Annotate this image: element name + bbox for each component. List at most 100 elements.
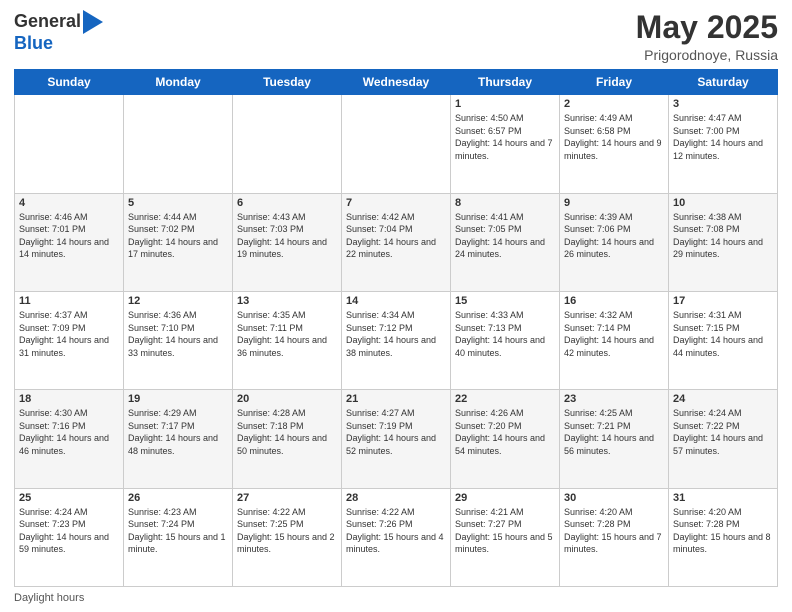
day-info: Sunrise: 4:34 AMSunset: 7:12 PMDaylight:… [346, 309, 446, 359]
day-info: Sunrise: 4:20 AMSunset: 7:28 PMDaylight:… [564, 506, 664, 556]
day-number: 6 [237, 197, 337, 209]
day-info: Sunrise: 4:28 AMSunset: 7:18 PMDaylight:… [237, 407, 337, 457]
day-number: 9 [564, 197, 664, 209]
calendar-cell [233, 95, 342, 193]
day-info: Sunrise: 4:36 AMSunset: 7:10 PMDaylight:… [128, 309, 228, 359]
day-number: 25 [19, 492, 119, 504]
day-number: 4 [19, 197, 119, 209]
day-number: 14 [346, 295, 446, 307]
weekday-header-row: SundayMondayTuesdayWednesdayThursdayFrid… [15, 70, 778, 95]
day-info: Sunrise: 4:35 AMSunset: 7:11 PMDaylight:… [237, 309, 337, 359]
day-info: Sunrise: 4:30 AMSunset: 7:16 PMDaylight:… [19, 407, 119, 457]
day-info: Sunrise: 4:32 AMSunset: 7:14 PMDaylight:… [564, 309, 664, 359]
calendar-cell: 13 Sunrise: 4:35 AMSunset: 7:11 PMDayligh… [233, 291, 342, 389]
calendar-cell [124, 95, 233, 193]
day-info: Sunrise: 4:31 AMSunset: 7:15 PMDaylight:… [673, 309, 773, 359]
day-info: Sunrise: 4:29 AMSunset: 7:17 PMDaylight:… [128, 407, 228, 457]
calendar-cell: 23Sunrise: 4:25 AMSunset: 7:21 PMDayligh… [560, 390, 669, 488]
calendar-cell: 26 Sunrise: 4:23 AMSunset: 7:24 PMDayligh… [124, 488, 233, 586]
weekday-header-monday: Monday [124, 70, 233, 95]
calendar-cell: 20 Sunrise: 4:28 AMSunset: 7:18 PMDayligh… [233, 390, 342, 488]
main-title: May 2025 [636, 10, 778, 45]
week-row-5: 25 Sunrise: 4:24 AMSunset: 7:23 PMDayligh… [15, 488, 778, 586]
calendar-cell [15, 95, 124, 193]
day-info: Sunrise: 4:46 AMSunset: 7:01 PMDaylight:… [19, 211, 119, 261]
day-number: 11 [19, 295, 119, 307]
calendar-cell [342, 95, 451, 193]
day-number: 18 [19, 393, 119, 405]
day-number: 12 [128, 295, 228, 307]
calendar-cell: 19 Sunrise: 4:29 AMSunset: 7:17 PMDayligh… [124, 390, 233, 488]
calendar-cell: 24Sunrise: 4:24 AMSunset: 7:22 PMDayligh… [669, 390, 778, 488]
day-number: 1 [455, 98, 555, 110]
calendar-cell: 28 Sunrise: 4:22 AMSunset: 7:26 PMDayligh… [342, 488, 451, 586]
calendar-cell: 4 Sunrise: 4:46 AMSunset: 7:01 PMDaylight… [15, 193, 124, 291]
calendar-cell: 3Sunrise: 4:47 AMSunset: 7:00 PMDaylight… [669, 95, 778, 193]
day-info: Sunrise: 4:42 AMSunset: 7:04 PMDaylight:… [346, 211, 446, 261]
day-info: Sunrise: 4:44 AMSunset: 7:02 PMDaylight:… [128, 211, 228, 261]
day-info: Sunrise: 4:49 AMSunset: 6:58 PMDaylight:… [564, 112, 664, 162]
day-info: Sunrise: 4:26 AMSunset: 7:20 PMDaylight:… [455, 407, 555, 457]
calendar-cell: 14 Sunrise: 4:34 AMSunset: 7:12 PMDayligh… [342, 291, 451, 389]
calendar-cell: 8Sunrise: 4:41 AMSunset: 7:05 PMDaylight… [451, 193, 560, 291]
day-info: Sunrise: 4:50 AMSunset: 6:57 PMDaylight:… [455, 112, 555, 162]
day-info: Sunrise: 4:39 AMSunset: 7:06 PMDaylight:… [564, 211, 664, 261]
weekday-header-tuesday: Tuesday [233, 70, 342, 95]
week-row-1: 1 Sunrise: 4:50 AMSunset: 6:57 PMDaylight… [15, 95, 778, 193]
weekday-header-friday: Friday [560, 70, 669, 95]
logo: General Blue [14, 10, 103, 54]
weekday-header-thursday: Thursday [451, 70, 560, 95]
weekday-header-saturday: Saturday [669, 70, 778, 95]
calendar-cell: 12 Sunrise: 4:36 AMSunset: 7:10 PMDayligh… [124, 291, 233, 389]
page: General Blue May 2025 Prigorodnoye, Russ… [0, 0, 792, 612]
day-number: 20 [237, 393, 337, 405]
footer: Daylight hours [14, 592, 778, 604]
logo-icon [83, 10, 103, 34]
day-info: Sunrise: 4:43 AMSunset: 7:03 PMDaylight:… [237, 211, 337, 261]
week-row-3: 11 Sunrise: 4:37 AMSunset: 7:09 PMDayligh… [15, 291, 778, 389]
day-number: 3 [673, 98, 773, 110]
day-number: 27 [237, 492, 337, 504]
calendar-cell: 5 Sunrise: 4:44 AMSunset: 7:02 PMDaylight… [124, 193, 233, 291]
day-info: Sunrise: 4:22 AMSunset: 7:26 PMDaylight:… [346, 506, 446, 556]
day-number: 15 [455, 295, 555, 307]
calendar-cell: 9 Sunrise: 4:39 AMSunset: 7:06 PMDaylight… [560, 193, 669, 291]
header: General Blue May 2025 Prigorodnoye, Russ… [14, 10, 778, 63]
calendar-cell: 25 Sunrise: 4:24 AMSunset: 7:23 PMDayligh… [15, 488, 124, 586]
calendar-cell: 11 Sunrise: 4:37 AMSunset: 7:09 PMDayligh… [15, 291, 124, 389]
day-info: Sunrise: 4:25 AMSunset: 7:21 PMDaylight:… [564, 407, 664, 457]
day-number: 29 [455, 492, 555, 504]
day-number: 5 [128, 197, 228, 209]
day-number: 7 [346, 197, 446, 209]
day-number: 19 [128, 393, 228, 405]
calendar-cell: 16 Sunrise: 4:32 AMSunset: 7:14 PMDayligh… [560, 291, 669, 389]
day-info: Sunrise: 4:23 AMSunset: 7:24 PMDaylight:… [128, 506, 228, 556]
calendar-cell: 17Sunrise: 4:31 AMSunset: 7:15 PMDayligh… [669, 291, 778, 389]
day-info: Sunrise: 4:37 AMSunset: 7:09 PMDaylight:… [19, 309, 119, 359]
calendar-cell: 30Sunrise: 4:20 AMSunset: 7:28 PMDayligh… [560, 488, 669, 586]
calendar-cell: 2 Sunrise: 4:49 AMSunset: 6:58 PMDaylight… [560, 95, 669, 193]
day-number: 10 [673, 197, 773, 209]
day-number: 16 [564, 295, 664, 307]
day-info: Sunrise: 4:38 AMSunset: 7:08 PMDaylight:… [673, 211, 773, 261]
calendar-table: SundayMondayTuesdayWednesdayThursdayFrid… [14, 69, 778, 587]
daylight-label: Daylight hours [14, 592, 84, 604]
weekday-header-wednesday: Wednesday [342, 70, 451, 95]
day-number: 13 [237, 295, 337, 307]
calendar-cell: 22Sunrise: 4:26 AMSunset: 7:20 PMDayligh… [451, 390, 560, 488]
calendar-cell: 7 Sunrise: 4:42 AMSunset: 7:04 PMDaylight… [342, 193, 451, 291]
day-info: Sunrise: 4:24 AMSunset: 7:23 PMDaylight:… [19, 506, 119, 556]
calendar-cell: 1 Sunrise: 4:50 AMSunset: 6:57 PMDaylight… [451, 95, 560, 193]
calendar-cell: 29Sunrise: 4:21 AMSunset: 7:27 PMDayligh… [451, 488, 560, 586]
day-number: 2 [564, 98, 664, 110]
subtitle: Prigorodnoye, Russia [636, 47, 778, 63]
logo-general-text: General [14, 12, 81, 32]
calendar-cell: 15 Sunrise: 4:33 AMSunset: 7:13 PMDayligh… [451, 291, 560, 389]
week-row-4: 18 Sunrise: 4:30 AMSunset: 7:16 PMDayligh… [15, 390, 778, 488]
week-row-2: 4 Sunrise: 4:46 AMSunset: 7:01 PMDaylight… [15, 193, 778, 291]
day-info: Sunrise: 4:33 AMSunset: 7:13 PMDaylight:… [455, 309, 555, 359]
day-info: Sunrise: 4:27 AMSunset: 7:19 PMDaylight:… [346, 407, 446, 457]
day-number: 8 [455, 197, 555, 209]
day-number: 26 [128, 492, 228, 504]
day-number: 28 [346, 492, 446, 504]
